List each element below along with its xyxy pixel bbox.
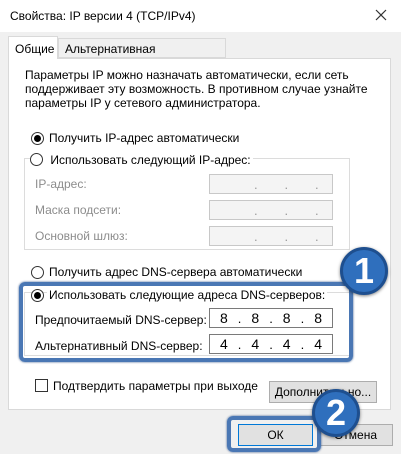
tab-general[interactable]: Общие <box>8 36 58 59</box>
dns-auto-radio[interactable] <box>31 266 44 279</box>
ok-highlight-frame <box>227 416 321 452</box>
dns-auto-label[interactable]: Получить адрес DNS-сервера автоматически <box>49 265 302 279</box>
ip-manual-radio[interactable] <box>30 153 43 166</box>
window-title: Свойства: IP версии 4 (TCP/IPv4) <box>10 9 196 23</box>
ip-address-input[interactable]: ... <box>209 174 333 194</box>
tab-alternate-config[interactable]: Альтернативная конфигурация <box>58 38 226 70</box>
subnet-mask-input[interactable]: ... <box>209 200 333 220</box>
title-bar: Свойства: IP версии 4 (TCP/IPv4) <box>0 0 401 32</box>
subnet-mask-label: Маска подсети: <box>35 203 122 217</box>
ip-manual-option[interactable]: Использовать следующий IP-адрес: <box>30 151 253 167</box>
ip-auto-radio[interactable] <box>31 132 44 145</box>
close-icon <box>375 9 387 21</box>
ip-auto-label[interactable]: Получить IP-адрес автоматически <box>49 131 239 145</box>
ip-manual-label[interactable]: Использовать следующий IP-адрес: <box>50 153 250 167</box>
validate-checkbox[interactable] <box>35 379 48 392</box>
description-line: параметры IP у сетевого администратора. <box>25 96 261 110</box>
gateway-input[interactable]: ... <box>209 226 333 246</box>
description-line: поддерживает эту возможность. В противно… <box>25 82 368 96</box>
description-text: Параметры IP можно назначать автоматичес… <box>25 68 370 110</box>
dns-highlight-frame <box>19 282 353 362</box>
gateway-label: Основной шлюз: <box>35 229 128 243</box>
validate-label[interactable]: Подтвердить параметры при выходе <box>53 379 258 393</box>
step-badge-1: 1 <box>340 247 388 295</box>
step-badge-2: 2 <box>312 389 360 437</box>
ip-address-label: IP-адрес: <box>35 177 87 191</box>
description-line: Параметры IP можно назначать автоматичес… <box>25 68 349 82</box>
close-button[interactable] <box>361 0 401 30</box>
